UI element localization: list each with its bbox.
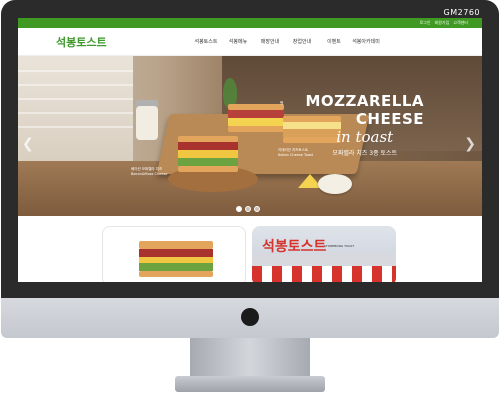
headline-in-toast: in toast xyxy=(336,128,394,146)
monitor-stand-base xyxy=(175,376,325,392)
promo-card-toast[interactable] xyxy=(102,226,246,282)
jar xyxy=(136,106,158,140)
hero-slider: 햄 베이컨 모짜렐라 치즈 Bacon&Mozz Cheese 이태리안 치즈토… xyxy=(18,56,482,216)
caption-top: 햄 xyxy=(280,101,284,105)
browser-screen: 로그인 회원가입 고객센터 석봉토스트 석봉토스트 석봉메뉴 매장안내 창업안내… xyxy=(18,18,482,282)
camera-icon xyxy=(241,308,259,326)
main-nav: 석봉토스트 석봉토스트 석봉메뉴 매장안내 창업안내 이벤트 석봉아카데미 xyxy=(18,28,482,56)
nav-item-franchise[interactable]: 창업안내 xyxy=(286,38,318,45)
sandwich-back xyxy=(228,104,284,134)
headline-cheese: CHEESE xyxy=(355,110,424,128)
slide-dots xyxy=(236,206,260,212)
corner-tag: GM2760 xyxy=(443,8,480,17)
store-name: 석봉토스트 xyxy=(262,239,327,255)
caption-left-2: Bacon&Mozz Cheese xyxy=(131,172,168,176)
site-logo[interactable]: 석봉토스트 xyxy=(18,34,108,50)
nav-item-event[interactable]: 이벤트 xyxy=(318,38,350,45)
utility-bar: 로그인 회원가입 고객센터 xyxy=(18,18,482,28)
promo-card-store[interactable]: 석봉토스트 STONEBONG TOAST xyxy=(252,226,396,282)
signup-link[interactable]: 회원가입 xyxy=(435,20,450,26)
nav-item-brand[interactable]: 석봉토스트 xyxy=(190,38,222,45)
store-awning xyxy=(252,266,396,282)
headline-korean: 모짜렐라 치즈 3종 토스트 xyxy=(332,150,398,157)
slide-dot-1[interactable] xyxy=(236,206,242,212)
monitor-stand xyxy=(190,338,310,376)
nav-item-stores[interactable]: 매장안내 xyxy=(254,38,286,45)
slide-dot-3[interactable] xyxy=(254,206,260,212)
headline-mozzarella: MOZZARELLA xyxy=(305,92,424,110)
caption-left: 베이컨 모짜렐라 치즈 Bacon&Mozz Cheese xyxy=(131,167,167,177)
store-subtitle: STONEBONG TOAST xyxy=(324,244,355,248)
chevron-right-icon[interactable]: ❯ xyxy=(464,136,476,152)
nav-item-academy[interactable]: 석봉아카데미 xyxy=(350,38,382,45)
sandwich-front xyxy=(178,136,238,172)
nav-item-menu[interactable]: 석봉메뉴 xyxy=(222,38,254,45)
login-link[interactable]: 로그인 xyxy=(419,20,430,26)
hero-headline: MOZZARELLA CHEESE in toast 모짜렐라 치즈 3종 토스… xyxy=(305,92,424,157)
support-link[interactable]: 고객센터 xyxy=(453,20,468,26)
chevron-left-icon[interactable]: ❮ xyxy=(22,136,34,152)
camembert xyxy=(318,174,352,194)
slide-dot-2[interactable] xyxy=(245,206,251,212)
promo-section: 석봉토스트 STONEBONG TOAST xyxy=(18,216,482,282)
nav-menu: 석봉토스트 석봉메뉴 매장안내 창업안내 이벤트 석봉아카데미 xyxy=(190,38,382,45)
toast-image xyxy=(139,241,213,277)
